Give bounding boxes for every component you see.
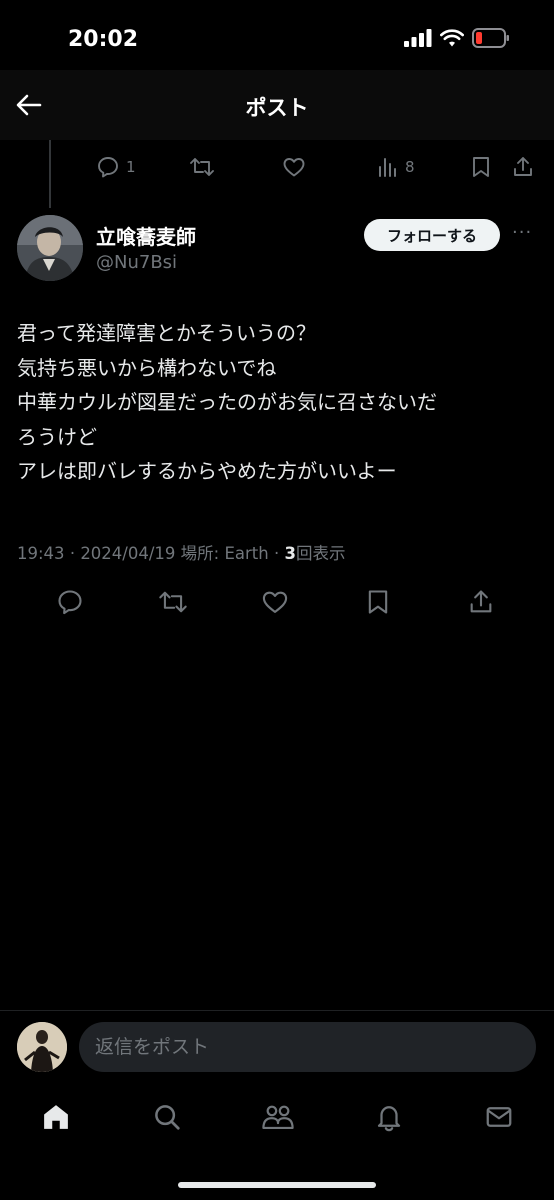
author-name[interactable]: 立喰蕎麦師 bbox=[96, 221, 196, 250]
user-avatar[interactable] bbox=[17, 1022, 67, 1072]
like-button[interactable] bbox=[261, 588, 289, 616]
home-icon bbox=[44, 1105, 68, 1129]
bookmark-icon bbox=[473, 157, 489, 177]
meta-separator: · bbox=[273, 544, 280, 563]
meta-separator: · bbox=[69, 544, 76, 563]
views-count: 3 bbox=[284, 544, 296, 563]
post-text-line: 気持ち悪いから構わないでね bbox=[17, 355, 277, 380]
post-text-line: アレは即バレするからやめた方がいいよー bbox=[17, 459, 397, 483]
post-text-line: 君って発達障害とかそういうの？ bbox=[17, 321, 316, 345]
author-handle[interactable]: @Nu7Bsi bbox=[96, 252, 177, 273]
tab-notifications[interactable] bbox=[374, 1102, 404, 1132]
post-metadata: 19:43 · 2024/04/19 場所: Earth · 3回表示 bbox=[17, 540, 345, 564]
tab-messages[interactable] bbox=[484, 1102, 514, 1132]
share-icon bbox=[470, 590, 492, 613]
tab-search[interactable] bbox=[152, 1102, 182, 1132]
prev-repost-button[interactable] bbox=[189, 155, 215, 179]
prev-reply-count: 1 bbox=[126, 158, 136, 176]
post-text-line: ろうけど bbox=[17, 424, 97, 449]
post-text: 君って発達障害とかそういうの？ 気持ち悪いから構わないでね 中華カウルが図星だっ… bbox=[17, 316, 542, 489]
views-icon bbox=[379, 158, 396, 177]
reply-input[interactable]: 返信をポスト bbox=[79, 1022, 536, 1072]
repost-icon bbox=[190, 158, 214, 176]
share-icon bbox=[514, 157, 532, 176]
repost-button[interactable] bbox=[158, 588, 188, 616]
bookmark-button[interactable] bbox=[364, 588, 392, 616]
post-location[interactable]: Earth bbox=[224, 544, 268, 563]
prev-share-button[interactable] bbox=[511, 155, 535, 179]
prev-reply-button[interactable]: 1 bbox=[96, 155, 136, 179]
messages-icon bbox=[486, 1107, 512, 1127]
prev-views-button[interactable]: 8 bbox=[375, 155, 415, 179]
page-title: ポスト bbox=[245, 96, 309, 120]
bookmark-icon bbox=[368, 590, 388, 614]
battery-icon bbox=[472, 28, 509, 48]
home-indicator[interactable] bbox=[178, 1182, 376, 1188]
tab-communities[interactable] bbox=[261, 1102, 295, 1132]
reply-divider bbox=[0, 1010, 554, 1011]
thread-line bbox=[49, 140, 51, 208]
follow-button[interactable]: フォローする bbox=[364, 219, 500, 251]
tab-home[interactable] bbox=[41, 1102, 71, 1132]
author-avatar[interactable] bbox=[17, 215, 83, 281]
reply-icon bbox=[98, 157, 118, 178]
reply-button[interactable] bbox=[56, 588, 84, 616]
more-options-icon[interactable]: ··· bbox=[512, 222, 532, 243]
post-time: 19:43 bbox=[17, 544, 65, 563]
status-time: 20:02 bbox=[68, 27, 139, 52]
wifi-icon bbox=[440, 29, 464, 47]
search-icon bbox=[155, 1105, 180, 1130]
location-prefix: 場所: bbox=[180, 544, 225, 563]
share-button[interactable] bbox=[467, 588, 495, 616]
like-icon bbox=[262, 591, 288, 613]
repost-icon bbox=[159, 591, 187, 613]
reply-icon bbox=[58, 590, 82, 615]
status-icons bbox=[404, 28, 510, 48]
post-date: 2024/04/19 bbox=[80, 544, 176, 563]
prev-views-count: 8 bbox=[405, 158, 415, 176]
prev-bookmark-button[interactable] bbox=[469, 155, 493, 179]
prev-like-button[interactable] bbox=[282, 155, 306, 179]
post-text-line: 中華カウルが図星だったのがお気に召さないだ bbox=[17, 390, 437, 414]
communities-icon bbox=[262, 1105, 294, 1130]
notifications-icon bbox=[377, 1106, 401, 1132]
signal-icon bbox=[404, 29, 432, 47]
views-label: 回表示 bbox=[295, 544, 346, 563]
like-icon bbox=[283, 158, 305, 177]
